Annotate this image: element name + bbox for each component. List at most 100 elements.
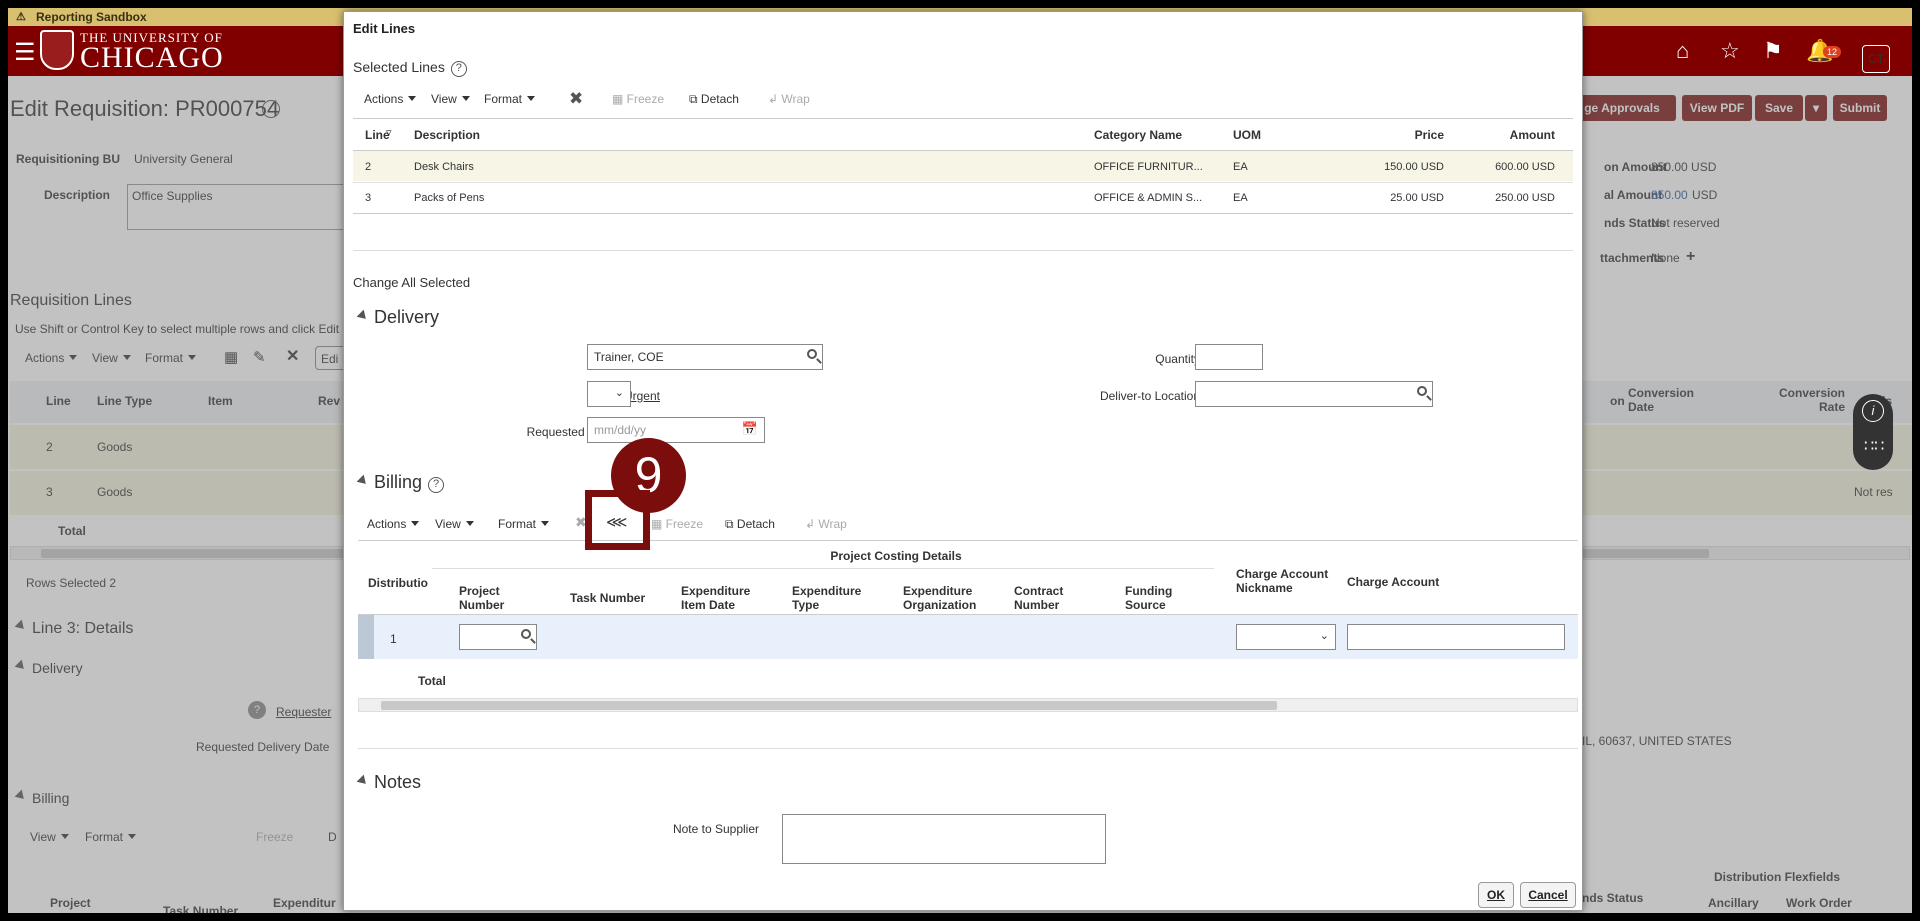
col-price: Price — [1414, 128, 1444, 142]
row-category: OFFICE & ADMIN S... — [1094, 192, 1203, 204]
freeze-icon: ▦ — [651, 517, 666, 531]
billing-wrap-button[interactable]: ↲ Wrap — [805, 517, 847, 531]
col-distribution: Distributio — [368, 576, 428, 590]
billing-detach-button[interactable]: ⧉ Detach — [725, 517, 775, 532]
star-icon[interactable]: ☆ — [1720, 38, 1740, 64]
quantity-input[interactable] — [1195, 344, 1263, 370]
billing-freeze-button[interactable]: ▦ Freeze — [651, 517, 703, 531]
notification-count: 12 — [1823, 46, 1842, 58]
row-uom: EA — [1233, 161, 1248, 173]
detach-icon: ⧉ — [689, 92, 701, 106]
distribution-number: 1 — [390, 632, 397, 646]
side-widget[interactable]: i ∷∷ — [1853, 394, 1893, 470]
urgent-select[interactable]: ⌄ — [587, 381, 631, 407]
change-all-selected: Change All Selected — [353, 275, 471, 290]
search-icon[interactable] — [807, 349, 817, 359]
home-icon[interactable]: ⌂ — [1676, 38, 1689, 64]
billing-wrap-text: Wrap — [818, 517, 847, 531]
delivery-title: Delivery — [356, 307, 439, 328]
flag-icon[interactable]: ⚑ — [1763, 38, 1783, 64]
note-to-supplier-input[interactable] — [782, 814, 1106, 864]
row-description: Packs of Pens — [414, 192, 485, 204]
billing-view-menu[interactable]: View — [435, 517, 474, 531]
wrap-icon: ↲ — [805, 517, 819, 531]
view-menu[interactable]: View — [431, 92, 470, 106]
university-crest-icon — [40, 30, 74, 70]
col-amount: Amount — [1509, 128, 1555, 142]
detach-text: Detach — [700, 92, 739, 106]
col-charge-account: Charge Account — [1347, 575, 1440, 589]
cancel-button[interactable]: Cancel — [1520, 882, 1576, 908]
billing-table-top — [358, 540, 1578, 541]
col-description: Description — [414, 128, 481, 142]
notes-title: Notes — [356, 772, 421, 793]
chevron-down-icon: ⌄ — [614, 387, 624, 399]
row-uom: EA — [1233, 192, 1248, 204]
billing-actions-menu[interactable]: Actions — [367, 517, 419, 531]
deliver-to-input[interactable] — [1195, 381, 1433, 407]
table-top-border — [353, 118, 1573, 119]
help-icon[interactable]: ? — [450, 61, 467, 77]
calendar-icon[interactable]: 📅 — [742, 421, 758, 437]
charge-nickname-select[interactable]: ⌄ — [1236, 624, 1336, 650]
delete-icon[interactable]: ✖ — [569, 89, 583, 109]
collapse-icon[interactable] — [356, 774, 370, 788]
detach-button[interactable]: ⧉ Detach — [689, 92, 739, 107]
collapse-icon[interactable] — [356, 309, 370, 323]
row-category: OFFICE FURNITUR... — [1094, 161, 1203, 173]
charge-account-input[interactable] — [1347, 624, 1565, 650]
col-funding-source: Funding Source — [1125, 584, 1173, 612]
col-expenditure-item-date: Expenditure Item Date — [681, 584, 751, 612]
deliver-to-label: Deliver-to Location — [1099, 389, 1200, 403]
requester-input[interactable]: Trainer, COE — [587, 344, 823, 370]
menu-icon[interactable]: ☰ — [14, 38, 36, 67]
requested-delivery-input[interactable]: mm/dd/yy 📅 — [587, 417, 765, 443]
row-description: Desk Chairs — [414, 161, 474, 173]
table-bottom-border — [353, 213, 1573, 214]
row-price: 150.00 USD — [1384, 161, 1444, 173]
avatar[interactable]: CT — [1862, 45, 1890, 73]
banner-text: Reporting Sandbox — [36, 10, 147, 24]
search-icon[interactable] — [521, 629, 531, 639]
col-charge-account-nickname: Charge Account Nickname — [1236, 567, 1329, 595]
billing-detach-text: Detach — [736, 517, 775, 531]
ok-text: OK — [1487, 888, 1505, 902]
actions-menu[interactable]: Actions — [364, 92, 416, 106]
ok-button[interactable]: OK — [1478, 882, 1514, 908]
note-to-supplier-label: Note to Supplier — [672, 822, 759, 836]
col-expenditure-type: Expenditure Type — [792, 584, 862, 612]
project-number-input[interactable] — [459, 624, 537, 650]
row-amount: 250.00 USD — [1495, 192, 1555, 204]
row-line: 3 — [365, 192, 372, 204]
format-menu[interactable]: Format — [484, 92, 535, 106]
sort-descending-icon[interactable]: ▿ — [386, 126, 392, 139]
selected-lines-title: Selected Lines? — [353, 59, 467, 77]
dialog-title: Edit Lines — [353, 21, 416, 36]
edit-lines-dialog: Edit Lines Selected Lines? Actions View … — [343, 11, 1583, 911]
page: ⚠ Reporting Sandbox ☰ THE UNIVERSITY OF … — [8, 8, 1912, 913]
freeze-text: Freeze — [626, 92, 665, 106]
section-divider — [353, 250, 1573, 251]
info-icon[interactable]: i — [1862, 400, 1884, 422]
section-divider — [358, 748, 1578, 749]
detach-icon: ⧉ — [725, 517, 737, 531]
row-line: 2 — [365, 161, 372, 173]
collapse-icon[interactable] — [356, 474, 370, 488]
wrap-button[interactable]: ↲ Wrap — [768, 92, 810, 106]
freeze-button[interactable]: ▦ Freeze — [612, 92, 664, 106]
billing-format-menu[interactable]: Format — [498, 517, 549, 531]
grid-icon[interactable]: ∷∷ — [1864, 436, 1884, 456]
billing-freeze-text: Freeze — [665, 517, 704, 531]
selected-lines-text: Selected Lines — [353, 59, 445, 75]
row-selector[interactable] — [358, 615, 374, 659]
billing-scrollbar-thumb[interactable] — [381, 701, 1277, 710]
billing-total: Total — [418, 674, 446, 688]
billing-scrollbar[interactable] — [358, 698, 1578, 712]
search-icon[interactable] — [1417, 386, 1427, 396]
help-icon[interactable]: ? — [428, 477, 445, 493]
freeze-icon: ▦ — [612, 92, 627, 106]
col-category: Category Name — [1094, 128, 1183, 142]
col-project-number: Project Number — [459, 584, 505, 612]
requester-value: Trainer, COE — [594, 350, 664, 364]
cancel-text: Cancel — [1528, 888, 1568, 902]
